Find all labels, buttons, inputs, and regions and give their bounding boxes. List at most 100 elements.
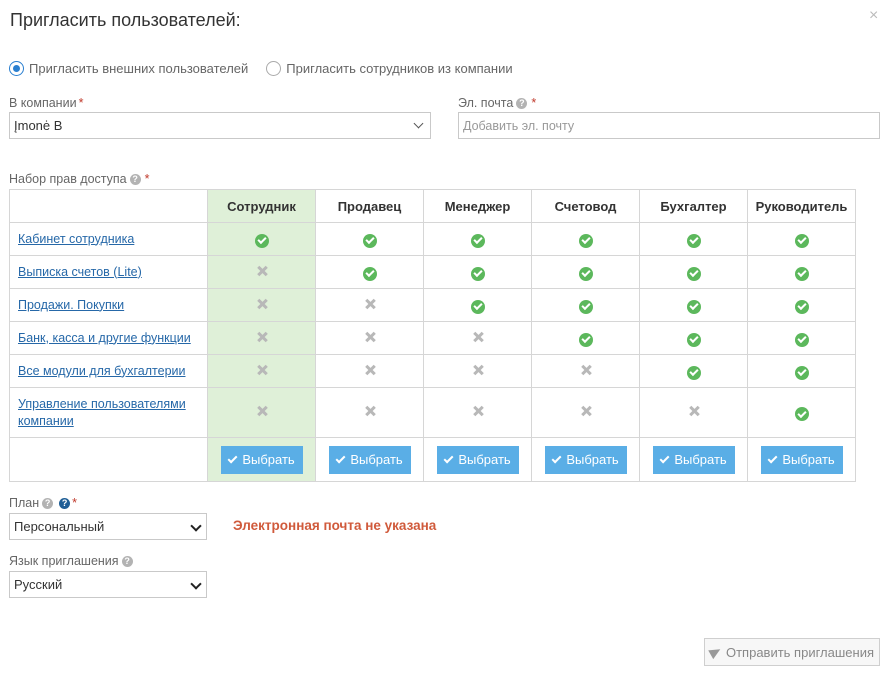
permission-link[interactable]: Все модули для бухгалтерии: [18, 364, 186, 378]
select-role-button[interactable]: Выбрать: [760, 445, 843, 474]
permission-cell: [639, 321, 748, 355]
check-circle-icon: [686, 266, 701, 281]
help-icon[interactable]: ?: [516, 97, 528, 109]
permission-cell: [639, 288, 748, 322]
permission-cell: [207, 387, 316, 438]
permission-cell: [531, 255, 640, 289]
check-circle-icon: [794, 365, 809, 380]
plan-select[interactable]: Персональный: [9, 513, 207, 540]
check-circle-icon: [578, 266, 593, 281]
permission-cell: [315, 321, 424, 355]
check-icon: [767, 453, 778, 463]
permission-link[interactable]: Выписка счетов (Lite): [18, 265, 142, 279]
select-button-cell: Выбрать: [531, 437, 640, 482]
radio-external-users[interactable]: Пригласить внешних пользователей: [9, 61, 248, 76]
table-row: Все модули для бухгалтерии: [9, 354, 856, 388]
permission-link[interactable]: Продажи. Покупки: [18, 298, 124, 312]
check-icon: [551, 453, 562, 463]
permission-cell: [423, 354, 532, 388]
help-icon[interactable]: ?: [42, 497, 54, 509]
check-icon: [335, 453, 346, 463]
cross-icon: [364, 331, 376, 343]
select-role-button[interactable]: Выбрать: [652, 445, 735, 474]
send-invitations-button[interactable]: Отправить приглашения: [704, 638, 880, 666]
role-header: Менеджер: [423, 189, 532, 223]
permission-cell: [315, 288, 424, 322]
required-marker: *: [144, 172, 150, 186]
select-role-button[interactable]: Выбрать: [436, 445, 519, 474]
check-circle-icon: [362, 233, 377, 248]
check-circle-icon: [470, 299, 485, 314]
permission-cell: [531, 354, 640, 388]
permission-cell: [315, 222, 424, 256]
select-role-button[interactable]: Выбрать: [220, 445, 303, 474]
check-circle-icon: [578, 233, 593, 248]
language-label: Язык приглашения?: [9, 554, 133, 568]
help-icon[interactable]: ?: [59, 497, 71, 509]
permission-cell: [423, 321, 532, 355]
select-role-label: Выбрать: [242, 452, 295, 467]
send-invitations-label: Отправить приглашения: [725, 644, 874, 660]
cross-icon: [472, 405, 484, 417]
permission-cell: [639, 387, 748, 438]
permission-link[interactable]: Управление пользователями компании: [18, 397, 186, 428]
check-circle-icon: [794, 266, 809, 281]
permission-name-cell: Управление пользователями компании: [9, 387, 208, 438]
select-role-label: Выбрать: [350, 452, 403, 467]
permission-name-cell: Все модули для бухгалтерии: [9, 354, 208, 388]
access-label-text: Набор прав доступа: [9, 172, 127, 186]
cross-icon: [472, 364, 484, 376]
table-row: Выписка счетов (Lite): [9, 255, 856, 289]
select-button-cell: Выбрать: [207, 437, 316, 482]
required-marker: *: [72, 496, 78, 510]
radio-external-users-label: Пригласить внешних пользователей: [29, 61, 249, 76]
permission-cell: [207, 255, 316, 289]
select-role-button[interactable]: Выбрать: [328, 445, 411, 474]
plan-select-value: Персональный: [14, 519, 105, 534]
table-row: Кабинет сотрудника: [9, 222, 856, 256]
permission-cell: [423, 222, 532, 256]
select-button-cell: Выбрать: [747, 437, 856, 482]
email-label-text: Эл. почта: [458, 96, 514, 110]
radio-unselected-icon: [266, 61, 282, 76]
check-circle-icon: [578, 332, 593, 347]
role-header: Продавец: [315, 189, 424, 223]
permission-cell: [639, 354, 748, 388]
permission-cell: [747, 255, 856, 289]
help-icon[interactable]: ?: [121, 555, 133, 567]
company-select[interactable]: Įmonė B: [9, 112, 431, 139]
permission-cell: [423, 288, 532, 322]
invite-type-group: Пригласить внешних пользователей Приглас…: [9, 61, 531, 76]
role-header: Руководитель: [747, 189, 856, 223]
table-header-row: Сотрудник Продавец Менеджер Счетовод Бух…: [9, 189, 856, 223]
check-circle-icon: [794, 332, 809, 347]
select-role-button[interactable]: Выбрать: [544, 445, 627, 474]
check-circle-icon: [794, 299, 809, 314]
cross-icon: [256, 331, 268, 343]
table-row: Управление пользователями компании: [9, 387, 856, 438]
permission-cell: [747, 387, 856, 438]
permission-cell: [747, 321, 856, 355]
table-row: Продажи. Покупки: [9, 288, 856, 322]
check-circle-icon: [686, 233, 701, 248]
check-circle-icon: [578, 299, 593, 314]
help-icon[interactable]: ?: [129, 173, 141, 185]
chevron-down-icon: [190, 578, 202, 590]
permission-cell: [207, 321, 316, 355]
check-circle-icon: [470, 233, 485, 248]
permission-cell: [207, 222, 316, 256]
language-label-text: Язык приглашения: [9, 554, 119, 568]
radio-company-employees[interactable]: Пригласить сотрудников из компании: [266, 61, 513, 76]
plan-label: План?? *: [9, 496, 77, 510]
language-select[interactable]: Русский: [9, 571, 207, 598]
permission-link[interactable]: Банк, касса и другие функции: [18, 331, 191, 345]
email-input[interactable]: [458, 112, 880, 139]
permission-cell: [531, 321, 640, 355]
select-role-label: Выбрать: [674, 452, 727, 467]
permission-cell: [423, 387, 532, 438]
permission-link[interactable]: Кабинет сотрудника: [18, 232, 134, 246]
close-icon[interactable]: ×: [869, 8, 878, 24]
check-circle-icon: [686, 365, 701, 380]
permission-name-cell: Банк, касса и другие функции: [9, 321, 208, 355]
chevron-down-icon: [190, 520, 202, 532]
